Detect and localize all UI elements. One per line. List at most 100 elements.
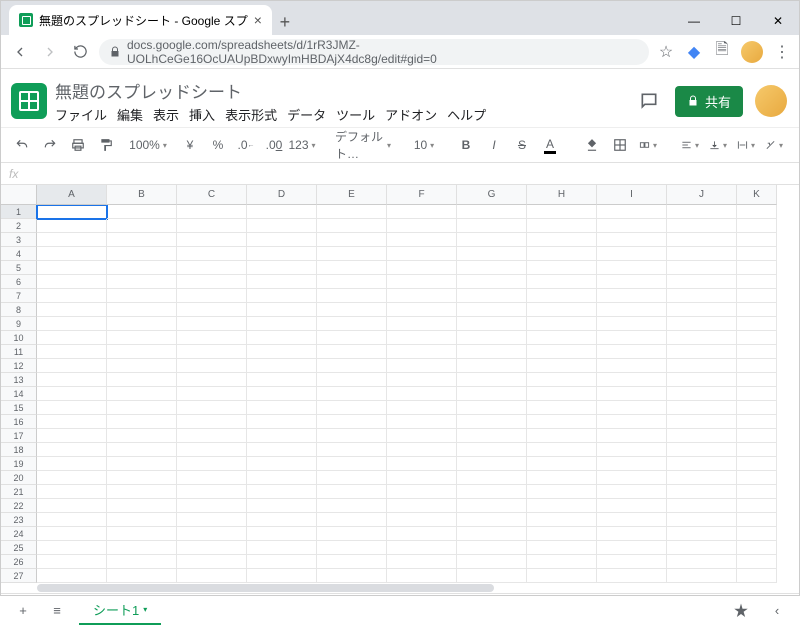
cell[interactable] <box>177 429 247 443</box>
cell[interactable] <box>107 457 177 471</box>
cell[interactable] <box>597 373 667 387</box>
cell[interactable] <box>107 275 177 289</box>
col-header-G[interactable]: G <box>457 185 527 205</box>
cell[interactable] <box>457 415 527 429</box>
cell[interactable] <box>527 317 597 331</box>
cell[interactable] <box>457 387 527 401</box>
minimize-button[interactable]: — <box>673 7 715 35</box>
cell[interactable] <box>737 247 777 261</box>
cell[interactable] <box>317 373 387 387</box>
cell[interactable] <box>177 387 247 401</box>
cell[interactable] <box>177 261 247 275</box>
cell[interactable] <box>107 317 177 331</box>
cell[interactable] <box>667 345 737 359</box>
cell[interactable] <box>387 387 457 401</box>
print-button[interactable] <box>67 133 89 157</box>
cell[interactable] <box>107 373 177 387</box>
percent-button[interactable]: % <box>207 133 229 157</box>
cell[interactable] <box>387 569 457 583</box>
cell[interactable] <box>387 359 457 373</box>
cell[interactable] <box>457 457 527 471</box>
cell[interactable] <box>317 457 387 471</box>
cell[interactable] <box>247 205 317 219</box>
cell[interactable] <box>387 401 457 415</box>
cell[interactable] <box>457 429 527 443</box>
cell[interactable] <box>317 541 387 555</box>
cell[interactable] <box>247 555 317 569</box>
cell[interactable] <box>527 499 597 513</box>
cell[interactable] <box>317 387 387 401</box>
cell[interactable] <box>597 247 667 261</box>
cell[interactable] <box>107 415 177 429</box>
cell[interactable] <box>457 205 527 219</box>
col-header-A[interactable]: A <box>37 185 107 205</box>
borders-button[interactable] <box>609 133 631 157</box>
cell[interactable] <box>597 387 667 401</box>
cell[interactable] <box>597 317 667 331</box>
redo-button[interactable] <box>39 133 61 157</box>
cell[interactable] <box>37 275 107 289</box>
row-header[interactable]: 10 <box>1 331 37 345</box>
menu-file[interactable]: ファイル <box>55 105 107 124</box>
cell[interactable] <box>527 345 597 359</box>
cell[interactable] <box>667 499 737 513</box>
cell[interactable] <box>737 429 777 443</box>
cell[interactable] <box>457 541 527 555</box>
cell[interactable] <box>737 331 777 345</box>
cell[interactable] <box>247 331 317 345</box>
cell[interactable] <box>527 429 597 443</box>
cell[interactable] <box>107 261 177 275</box>
select-all-corner[interactable] <box>1 185 37 205</box>
row-header[interactable]: 13 <box>1 373 37 387</box>
cell[interactable] <box>387 303 457 317</box>
cell[interactable] <box>527 555 597 569</box>
cell[interactable] <box>247 261 317 275</box>
horizontal-scrollbar[interactable] <box>1 583 799 593</box>
row-header[interactable]: 24 <box>1 527 37 541</box>
row-header[interactable]: 5 <box>1 261 37 275</box>
row-header[interactable]: 18 <box>1 443 37 457</box>
cell[interactable] <box>177 331 247 345</box>
cell[interactable] <box>37 429 107 443</box>
cell[interactable] <box>387 443 457 457</box>
cell[interactable] <box>317 205 387 219</box>
cell[interactable] <box>527 401 597 415</box>
menu-insert[interactable]: 挿入 <box>189 105 215 124</box>
cell[interactable] <box>177 555 247 569</box>
cell[interactable] <box>107 205 177 219</box>
row-header[interactable]: 25 <box>1 541 37 555</box>
cell[interactable] <box>527 415 597 429</box>
cell[interactable] <box>177 401 247 415</box>
cell[interactable] <box>387 541 457 555</box>
cell[interactable] <box>37 485 107 499</box>
cell[interactable] <box>597 555 667 569</box>
cell[interactable] <box>737 275 777 289</box>
cell[interactable] <box>107 359 177 373</box>
cell[interactable] <box>737 317 777 331</box>
paint-format-button[interactable] <box>95 133 117 157</box>
sidepanel-toggle[interactable]: ‹ <box>765 599 789 623</box>
menu-view[interactable]: 表示 <box>153 105 179 124</box>
cell[interactable] <box>737 541 777 555</box>
col-header-C[interactable]: C <box>177 185 247 205</box>
share-button[interactable]: 共有 <box>675 86 743 117</box>
col-header-F[interactable]: F <box>387 185 457 205</box>
cell[interactable] <box>177 359 247 373</box>
cell[interactable] <box>457 513 527 527</box>
cell[interactable] <box>457 275 527 289</box>
sheets-logo[interactable] <box>11 83 47 119</box>
account-avatar[interactable] <box>755 85 787 117</box>
cell[interactable] <box>177 219 247 233</box>
cell[interactable] <box>597 219 667 233</box>
row-header[interactable]: 27 <box>1 569 37 583</box>
cell[interactable] <box>177 233 247 247</box>
col-header-H[interactable]: H <box>527 185 597 205</box>
cell[interactable] <box>177 415 247 429</box>
cell[interactable] <box>247 275 317 289</box>
cell[interactable] <box>177 317 247 331</box>
cell[interactable] <box>107 429 177 443</box>
all-sheets-button[interactable]: ≡ <box>45 599 69 623</box>
cell[interactable] <box>177 345 247 359</box>
cell[interactable] <box>317 345 387 359</box>
formula-bar[interactable]: fx <box>1 163 799 185</box>
